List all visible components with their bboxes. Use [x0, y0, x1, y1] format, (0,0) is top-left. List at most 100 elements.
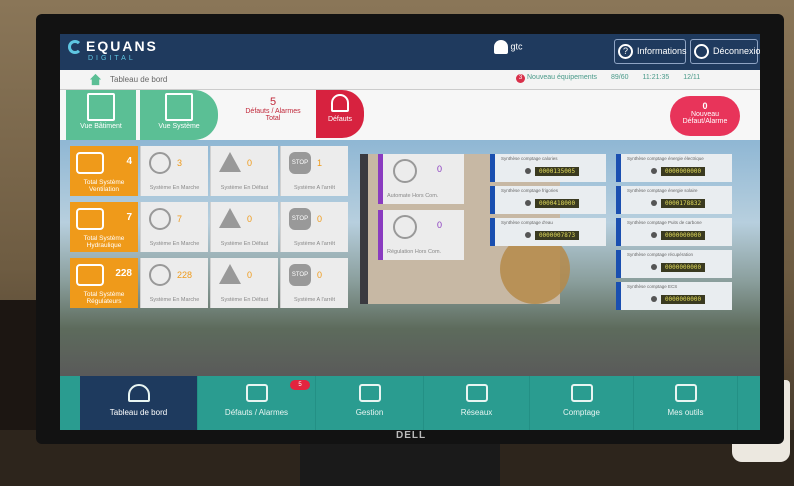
desk-cables: [0, 300, 40, 450]
defauts-button[interactable]: Défauts: [316, 90, 364, 138]
informations-label: Informations: [637, 46, 687, 56]
system-row-ventilation: 4 Total Système Ventilation 3 Système En…: [70, 146, 370, 196]
new-equipment-status[interactable]: 3 Nouveau équipements: [516, 74, 597, 83]
logout-button[interactable]: Déconnexion: [690, 39, 760, 64]
nav-reseaux[interactable]: Réseaux: [424, 376, 530, 430]
nav-gestion[interactable]: Gestion: [316, 376, 424, 430]
regulateurs-running[interactable]: 228 Système En Marche: [140, 258, 208, 308]
fault-label: Système En Défaut: [220, 241, 269, 247]
meter-icon: [651, 296, 657, 302]
nav-mes-outils[interactable]: Mes outils: [634, 376, 738, 430]
view-buildings-label: Vue Bâtiment: [80, 123, 122, 130]
nav-label: Réseaux: [460, 408, 493, 417]
no-signal-icon: [393, 215, 417, 239]
warning-icon: [219, 152, 241, 172]
no-signal-icon: [393, 159, 417, 183]
regulateurs-tile[interactable]: 228 Total Système Régulateurs: [70, 258, 138, 308]
meter-recuperation[interactable]: Synthèse comptage récupération 000000000…: [616, 250, 732, 278]
running-value: 3: [177, 158, 183, 168]
running-label: Système En Marche: [149, 241, 200, 247]
meter-electrique[interactable]: Synthèse comptage énergie électrique 000…: [616, 154, 732, 182]
regulation-label: Régulation Hors Com.: [387, 249, 442, 255]
view-systems-button[interactable]: Vue Système: [140, 90, 218, 140]
hydraulique-tile[interactable]: 7 Total Système Hydraulique: [70, 202, 138, 252]
meter-title: Synthèse comptage ECS: [627, 284, 678, 289]
summary-ribbon: Vue Bâtiment Vue Système 5 Défauts / Ala…: [60, 90, 760, 140]
stopped-value: 0: [317, 270, 323, 280]
building-icon: [87, 93, 115, 121]
meter-title: Synthèse comptage énergie solaire: [627, 188, 698, 193]
meter-frigories[interactable]: Synthèse comptage frigories 0000418000: [490, 186, 606, 214]
stopped-label: Système A l'arrêt: [293, 185, 336, 191]
play-icon: [149, 208, 171, 230]
fault-value: 0: [247, 214, 253, 224]
nav-label: Défauts / Alarmes: [224, 408, 289, 417]
briefcase-icon: [358, 384, 381, 402]
top-bar: EQUANS DIGITAL gtc ? Informations Déconn…: [60, 34, 760, 70]
informations-button[interactable]: ? Informations: [614, 39, 687, 64]
meter-eau[interactable]: Synthèse comptage d'eau 0000007873: [490, 218, 606, 246]
meter-icon: [651, 200, 657, 206]
meter-value: 0000178832: [661, 199, 705, 208]
bar-chart-icon: [570, 384, 593, 402]
hydraulique-stopped[interactable]: STOP 0 Système A l'arrêt: [280, 202, 348, 252]
nav-tableau-de-bord[interactable]: Tableau de bord: [80, 376, 198, 430]
nav-label: Gestion: [355, 408, 384, 417]
status-badge: 3: [516, 74, 525, 83]
meter-ecs[interactable]: Synthèse comptage ECS 0000000000: [616, 282, 732, 310]
logo-sub: DIGITAL: [88, 55, 136, 62]
automate-label: Automate Hors Com.: [387, 193, 439, 199]
meter-title: Synthèse comptage énergie électrique: [627, 156, 704, 161]
stop-icon: STOP: [289, 264, 311, 286]
meter-title: Synthèse comptage Puits de carbone: [627, 220, 702, 225]
meter-icon: [525, 232, 531, 238]
ventilation-tile[interactable]: 4 Total Système Ventilation: [70, 146, 138, 196]
nav-comptage[interactable]: Comptage: [530, 376, 634, 430]
meter-calories[interactable]: Synthèse comptage calories 0000135005: [490, 154, 606, 182]
new-alarm-label: Nouveau Défaut/Alarme: [682, 111, 728, 125]
meter-value: 0000007873: [535, 231, 579, 240]
logout-label: Déconnexion: [713, 46, 760, 56]
status-strip: 3 Nouveau équipements 89/60 11:21:35 12/1…: [516, 74, 712, 83]
hydraulique-count: 7: [126, 212, 132, 223]
regulateurs-fault[interactable]: 0 Système En Défaut: [210, 258, 278, 308]
meter-value: 0000000000: [661, 231, 705, 240]
running-value: 7: [177, 214, 183, 224]
hydraulique-running[interactable]: 7 Système En Marche: [140, 202, 208, 252]
meter-puits[interactable]: Synthèse comptage Puits de carbone 00000…: [616, 218, 732, 246]
app-screen: EQUANS DIGITAL gtc ? Informations Déconn…: [60, 34, 760, 430]
automate-hors-com[interactable]: 0 Automate Hors Com.: [378, 154, 464, 204]
fault-value: 0: [247, 158, 253, 168]
stopped-value: 1: [317, 158, 323, 168]
status-count: 89/60: [611, 74, 629, 81]
meter-value: 0000000000: [661, 295, 705, 304]
ventilation-count: 4: [126, 156, 132, 167]
alarm-total-value: 5: [269, 96, 277, 108]
regulateurs-stopped[interactable]: STOP 0 Système A l'arrêt: [280, 258, 348, 308]
ventilation-running[interactable]: 3 Système En Marche: [140, 146, 208, 196]
meter-value: 0000418000: [535, 199, 579, 208]
meter-icon: [525, 200, 531, 206]
meter-title: Synthèse comptage calories: [501, 156, 558, 161]
ventilation-fault[interactable]: 0 Système En Défaut: [210, 146, 278, 196]
bell-icon: [331, 94, 349, 112]
new-alarm-button[interactable]: 0 Nouveau Défaut/Alarme: [670, 96, 740, 136]
hierarchy-icon: [76, 264, 104, 286]
defauts-label: Défauts: [327, 116, 353, 123]
nav-defauts-alarmes[interactable]: 5 Défauts / Alarmes: [198, 376, 316, 430]
view-buildings-button[interactable]: Vue Bâtiment: [66, 90, 136, 140]
play-icon: [149, 264, 171, 286]
meter-solaire[interactable]: Synthèse comptage énergie solaire 000017…: [616, 186, 732, 214]
hydraulique-fault[interactable]: 0 Système En Défaut: [210, 202, 278, 252]
regulation-value: 0: [437, 220, 443, 230]
faucet-icon: [76, 208, 104, 230]
regulation-hors-com[interactable]: 0 Régulation Hors Com.: [378, 210, 464, 260]
ventilation-stopped[interactable]: STOP 1 Système A l'arrêt: [280, 146, 348, 196]
bottom-navigation: Tableau de bord 5 Défauts / Alarmes Gest…: [60, 376, 760, 430]
fan-icon: [76, 152, 104, 174]
warning-icon: [219, 264, 241, 284]
hydraulique-label: Total Système Hydraulique: [83, 235, 125, 249]
running-label: Système En Marche: [149, 185, 200, 191]
play-icon: [149, 152, 171, 174]
home-icon[interactable]: [88, 72, 103, 87]
